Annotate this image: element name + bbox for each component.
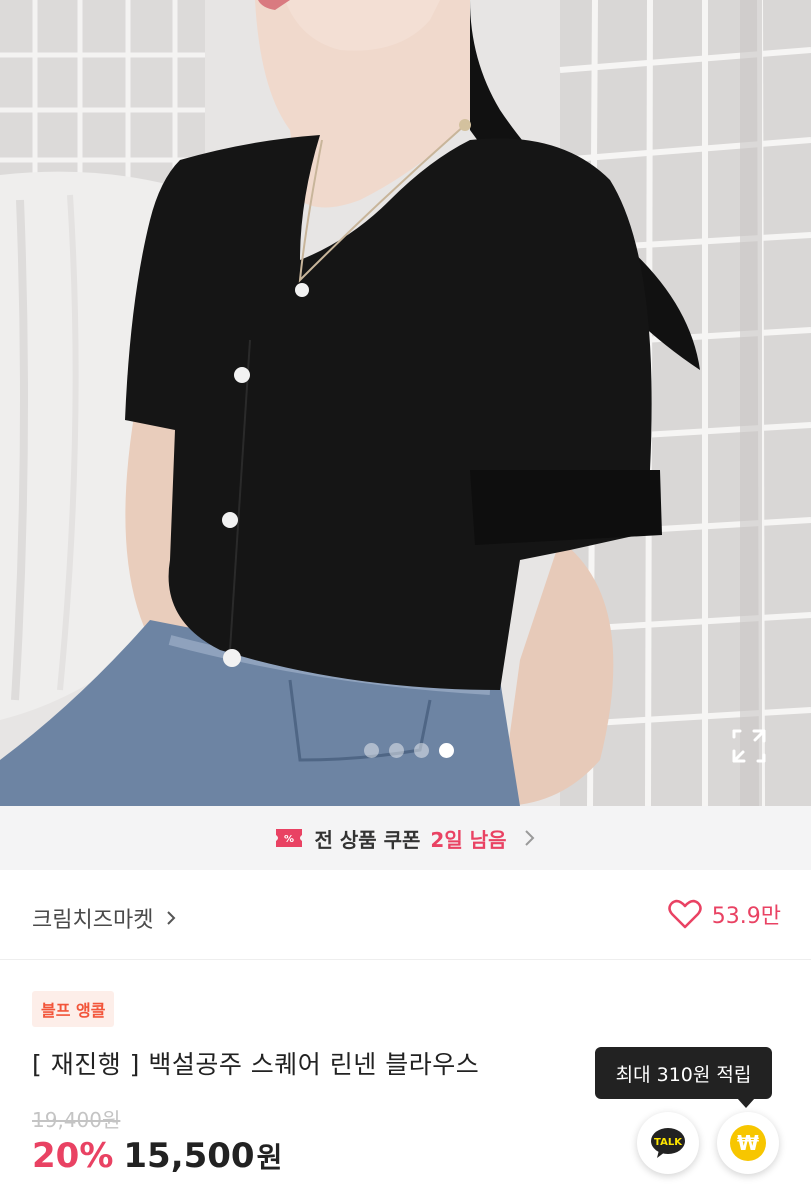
price-row: 20% 15,500 원 (32, 1136, 282, 1176)
store-row: 크림치즈마켓 53.9만 (0, 870, 811, 960)
talk-bubble-icon: TALK (651, 1128, 685, 1158)
sale-price: 15,500 (123, 1136, 255, 1176)
won-coin-icon: ₩ (730, 1125, 766, 1161)
tooltip-arrow (737, 1098, 755, 1108)
pagination-dot[interactable] (363, 743, 379, 758)
pagination-dot-active[interactable] (438, 743, 454, 758)
coupon-remaining: 2일 남음 (430, 827, 507, 852)
expand-icon[interactable] (730, 727, 768, 765)
points-button[interactable]: ₩ (717, 1112, 779, 1174)
svg-text:%: % (284, 834, 294, 845)
store-name: 크림치즈마켓 (32, 908, 154, 933)
like-count: 53.9만 (711, 904, 781, 929)
product-image-gallery[interactable] (0, 0, 811, 806)
original-price: 19,400원 (32, 1108, 121, 1132)
coupon-text: 전 상품 쿠폰 (314, 827, 421, 852)
gallery-pagination (0, 743, 811, 758)
price-unit: 원 (256, 1141, 283, 1174)
pagination-dot[interactable] (413, 743, 429, 758)
chevron-right-icon (167, 911, 176, 925)
heart-icon (668, 899, 702, 929)
product-title: [ 재진행 ] 백설공주 스퀘어 린넨 블라우스 (32, 1050, 480, 1079)
coupon-icon: % (276, 829, 303, 847)
store-link[interactable]: 크림치즈마켓 (32, 902, 177, 934)
kakao-talk-button[interactable]: TALK (637, 1112, 699, 1174)
chevron-right-icon (524, 830, 534, 846)
point-symbol: ₩ (737, 1131, 759, 1155)
promo-badge: 블프 앵콜 (32, 991, 115, 1027)
points-tooltip: 최대 310원 적립 (595, 1047, 772, 1099)
talk-label: TALK (654, 1137, 683, 1148)
coupon-banner[interactable]: % 전 상품 쿠폰 2일 남음 (0, 806, 811, 870)
discount-rate: 20% (32, 1136, 114, 1176)
like-button[interactable]: 53.9만 (668, 898, 781, 930)
pagination-dot[interactable] (388, 743, 404, 758)
product-photo (0, 0, 811, 806)
